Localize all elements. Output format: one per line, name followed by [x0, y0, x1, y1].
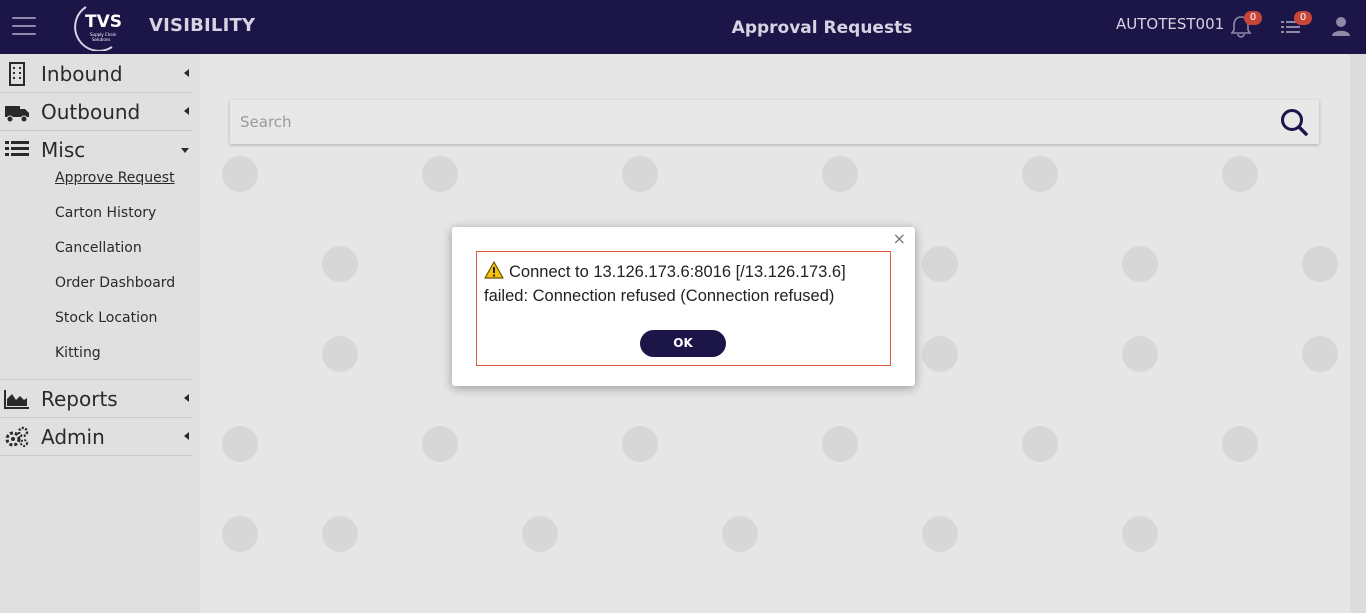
ok-button[interactable]: OK: [640, 330, 726, 357]
error-message-box: Connect to 13.126.173.6:8016 [/13.126.17…: [476, 251, 891, 366]
error-dialog: × Connect to 13.126.173.6:8016 [/13.126.…: [452, 227, 915, 386]
close-icon[interactable]: ×: [893, 231, 906, 247]
error-message: Connect to 13.126.173.6:8016 [/13.126.17…: [484, 263, 846, 305]
